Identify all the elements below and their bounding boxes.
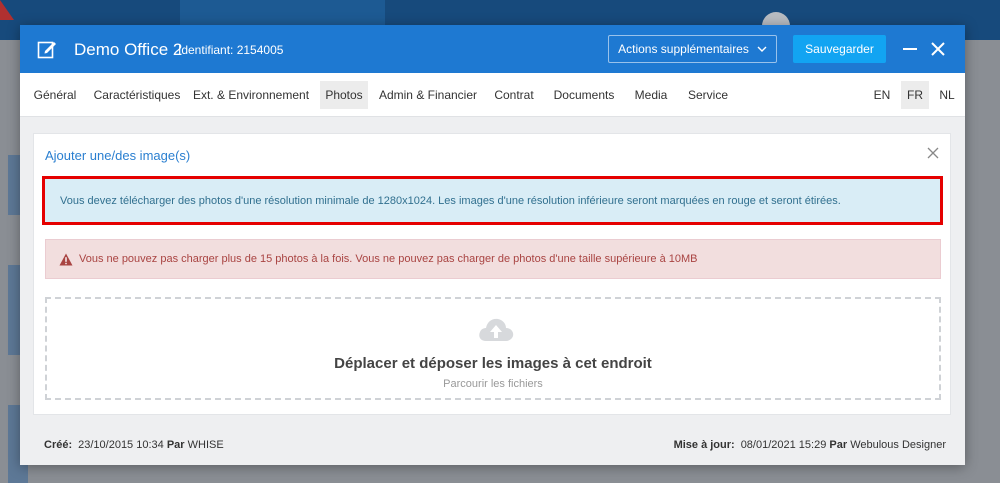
cloud-upload-icon (479, 318, 514, 341)
resolution-info-alert: Vous devez télécharger des photos d'une … (42, 176, 943, 225)
tab-contrat[interactable]: Contrat (488, 81, 540, 109)
language-fr[interactable]: FR (901, 81, 929, 109)
upload-panel-title: Ajouter une/des image(s) (45, 148, 191, 163)
more-actions-label: Actions supplémentaires (618, 42, 749, 56)
image-dropzone[interactable]: Déplacer et déposer les images à cet end… (45, 297, 941, 400)
tab-photos[interactable]: Photos (320, 81, 368, 109)
tab-documents[interactable]: Documents (550, 81, 618, 109)
upload-limit-alert: Vous ne pouvez pas charger plus de 15 ph… (45, 239, 941, 279)
tab-bar: Général Caractéristiques Ext. & Environn… (20, 73, 965, 117)
created-label: Créé: (44, 439, 73, 451)
created-by-label: Par (166, 439, 185, 451)
tab-general[interactable]: Général (28, 81, 82, 109)
tab-admin-financier[interactable]: Admin & Financier (376, 81, 480, 109)
upload-panel: Ajouter une/des image(s) Vous devez télé… (33, 133, 951, 415)
background-logo (0, 0, 14, 20)
language-en[interactable]: EN (868, 81, 896, 109)
chevron-down-icon (757, 46, 767, 52)
dropzone-title: Déplacer et déposer les images à cet end… (334, 355, 652, 372)
tab-caracteristiques[interactable]: Caractéristiques (90, 81, 184, 109)
modal-title: Demo Office 2 (74, 40, 183, 59)
warning-icon (59, 253, 73, 265)
tab-media[interactable]: Media (628, 81, 674, 109)
minimize-icon[interactable] (901, 40, 919, 58)
updated-label: Mise à jour: (673, 439, 735, 451)
property-edit-modal: Demo Office 2 Identifiant: 2154005 Actio… (20, 25, 965, 465)
language-nl[interactable]: NL (933, 81, 961, 109)
property-identifier: Identifiant: 2154005 (178, 43, 284, 57)
updated-by-label: Par (829, 439, 848, 451)
created-date: 23/10/2015 10:34 (78, 439, 164, 451)
edit-icon (37, 41, 56, 59)
updated-by: Webulous Designer (850, 439, 946, 451)
created-by: WHISE (187, 439, 224, 451)
browse-files-link[interactable]: Parcourir les fichiers (47, 378, 939, 390)
updated-date: 08/01/2021 15:29 (740, 439, 827, 451)
modal-header: Demo Office 2 Identifiant: 2154005 Actio… (20, 25, 965, 73)
created-info: Créé: 23/10/2015 10:34 Par WHISE (44, 439, 224, 451)
tab-ext-environnement[interactable]: Ext. & Environnement (192, 81, 310, 109)
resolution-info-text: Vous devez télécharger des photos d'une … (60, 194, 841, 207)
close-icon[interactable] (927, 147, 939, 159)
tab-service[interactable]: Service (682, 81, 734, 109)
more-actions-button[interactable]: Actions supplémentaires (608, 35, 777, 63)
save-button[interactable]: Sauvegarder (793, 35, 886, 63)
updated-info: Mise à jour: 08/01/2021 15:29 Par Webulou… (674, 439, 946, 451)
upload-limit-text: Vous ne pouvez pas charger plus de 15 ph… (79, 253, 698, 265)
close-icon[interactable] (929, 40, 947, 58)
